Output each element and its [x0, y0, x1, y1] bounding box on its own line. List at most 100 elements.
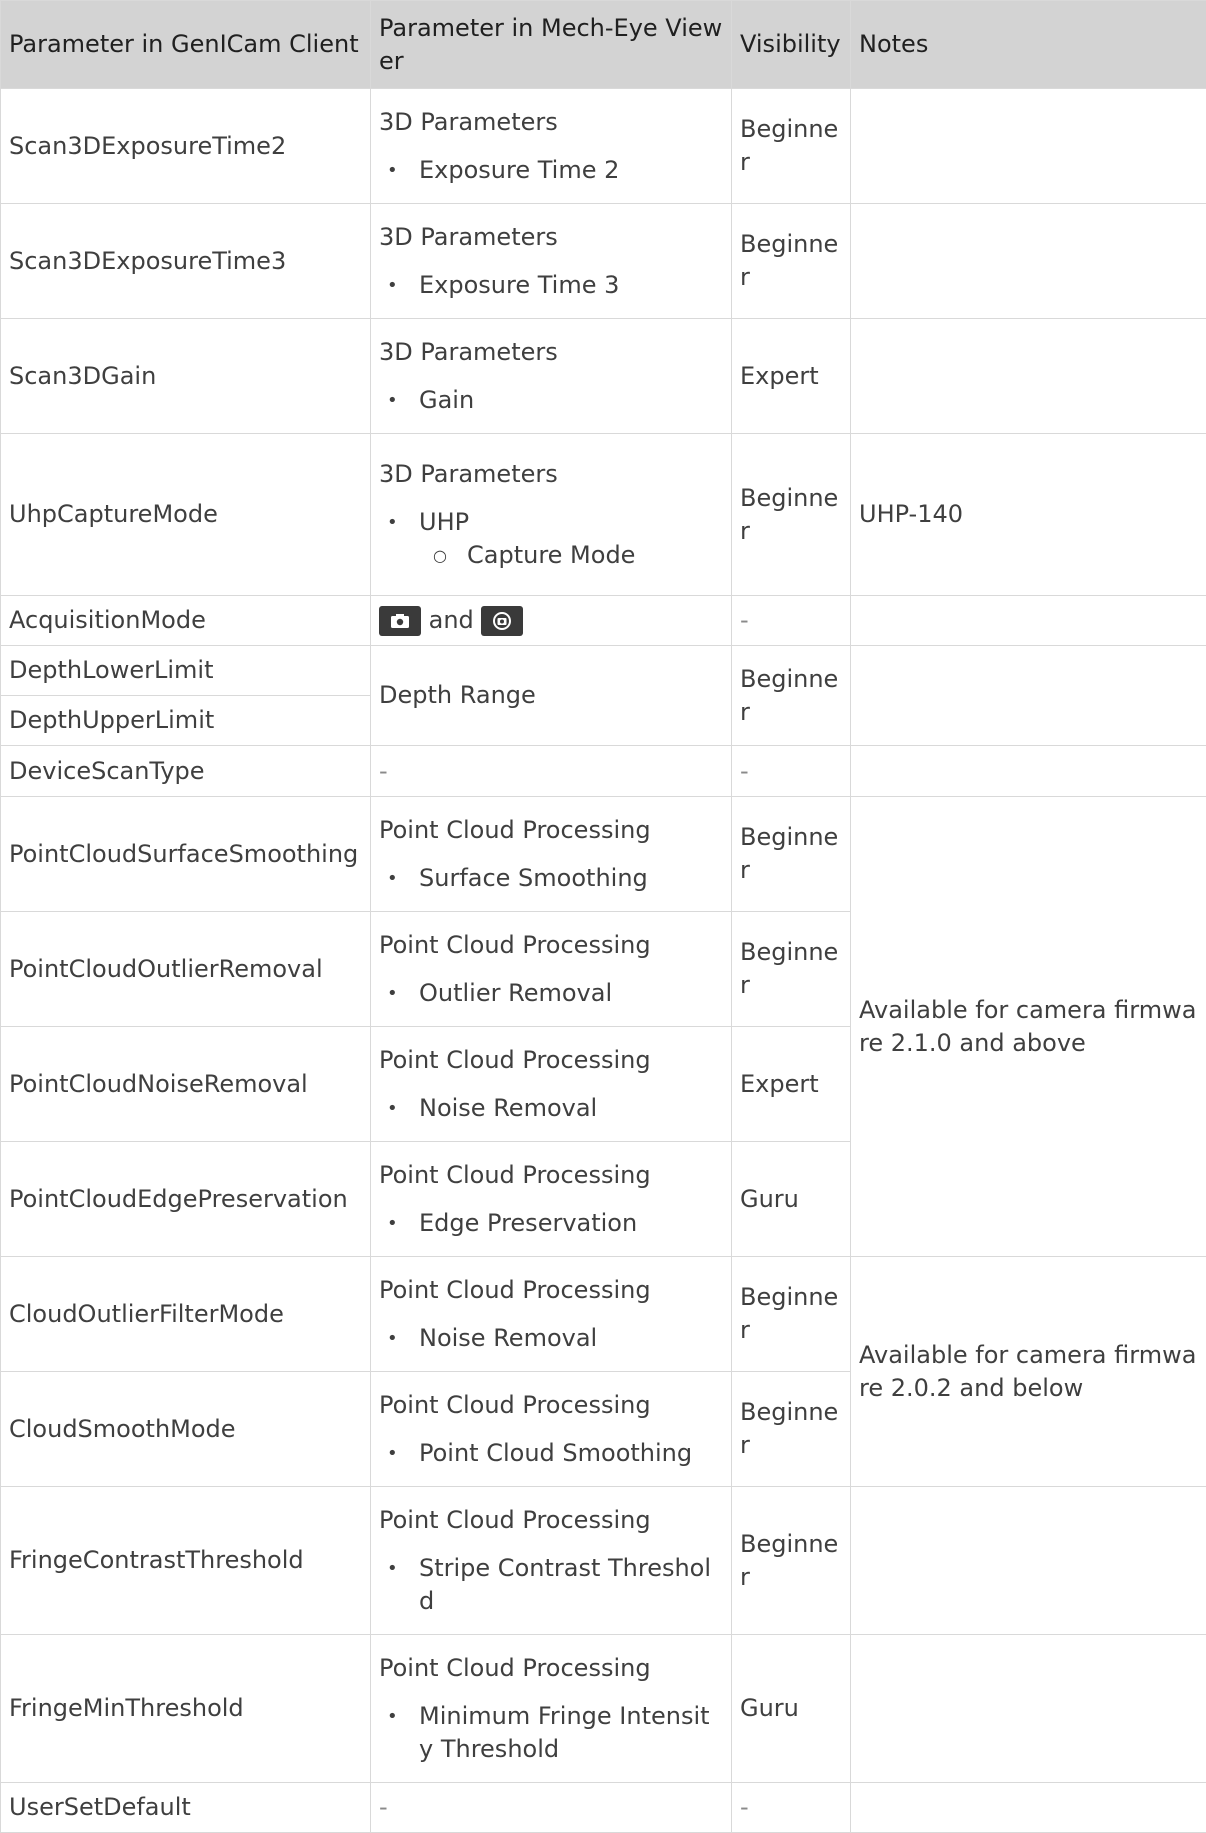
- table-row: FringeContrastThreshold Point Cloud Proc…: [1, 1487, 1206, 1635]
- genicam-parameter: PointCloudSurfaceSmoothing: [1, 797, 371, 912]
- viewer-item: Minimum Fringe Intensity Threshold: [387, 1700, 723, 1766]
- table-row: FringeMinThreshold Point Cloud Processin…: [1, 1635, 1206, 1783]
- table-row: UserSetDefault - -: [1, 1783, 1206, 1833]
- notes: [851, 646, 1206, 746]
- notes: [851, 204, 1206, 319]
- viewer-item: Stripe Contrast Threshold: [387, 1552, 723, 1618]
- viewer-parameter: Point Cloud Processing Stripe Contrast T…: [371, 1487, 732, 1635]
- viewer-item: Surface Smoothing: [387, 862, 723, 895]
- viewer-parameter: Point Cloud Processing Noise Removal: [371, 1257, 732, 1372]
- viewer-item: Outlier Removal: [387, 977, 723, 1010]
- visibility: Beginner: [732, 1487, 851, 1635]
- notes: [851, 1783, 1206, 1833]
- visibility: Expert: [732, 319, 851, 434]
- genicam-parameter: CloudSmoothMode: [1, 1372, 371, 1487]
- genicam-parameter: FringeContrastThreshold: [1, 1487, 371, 1635]
- viewer-group: Point Cloud Processing: [379, 929, 723, 962]
- genicam-parameter: DepthLowerLimit: [1, 646, 371, 696]
- notes: Available for camera firmware 2.0.2 and …: [851, 1257, 1206, 1487]
- viewer-parameter: 3D Parameters Exposure Time 2: [371, 89, 732, 204]
- genicam-parameter: PointCloudEdgePreservation: [1, 1142, 371, 1257]
- notes: [851, 1635, 1206, 1783]
- visibility: -: [732, 596, 851, 646]
- notes: [851, 746, 1206, 797]
- table-row: UhpCaptureMode 3D Parameters UHP Capture…: [1, 434, 1206, 596]
- table-row: Scan3DExposureTime2 3D Parameters Exposu…: [1, 89, 1206, 204]
- notes: [851, 89, 1206, 204]
- genicam-parameter: PointCloudOutlierRemoval: [1, 912, 371, 1027]
- genicam-parameter: Scan3DGain: [1, 319, 371, 434]
- parameter-mapping-table: Parameter in GenICam Client Parameter in…: [0, 0, 1206, 1833]
- and-text: and: [429, 606, 474, 634]
- genicam-parameter: PointCloudNoiseRemoval: [1, 1027, 371, 1142]
- viewer-parameter: 3D Parameters UHP Capture Mode: [371, 434, 732, 596]
- genicam-parameter: UserSetDefault: [1, 1783, 371, 1833]
- viewer-parameter: 3D Parameters Exposure Time 3: [371, 204, 732, 319]
- table-header-row: Parameter in GenICam Client Parameter in…: [1, 1, 1206, 89]
- viewer-parameter: Point Cloud Processing Minimum Fringe In…: [371, 1635, 732, 1783]
- table-row: DepthLowerLimit Depth Range Beginner: [1, 646, 1206, 696]
- viewer-item: UHP Capture Mode: [387, 506, 723, 572]
- viewer-parameter: Point Cloud Processing Noise Removal: [371, 1027, 732, 1142]
- viewer-group: Point Cloud Processing: [379, 1504, 723, 1537]
- viewer-item: Point Cloud Smoothing: [387, 1437, 723, 1470]
- visibility: Beginner: [732, 434, 851, 596]
- visibility: Expert: [732, 1027, 851, 1142]
- viewer-group: Point Cloud Processing: [379, 1389, 723, 1422]
- viewer-item: Noise Removal: [387, 1322, 723, 1355]
- notes: [851, 319, 1206, 434]
- header-visibility: Visibility: [732, 1, 851, 89]
- viewer-parameter: Point Cloud Processing Surface Smoothing: [371, 797, 732, 912]
- camera-capture-icon: [379, 606, 421, 636]
- viewer-parameter: -: [371, 1783, 732, 1833]
- genicam-parameter: CloudOutlierFilterMode: [1, 1257, 371, 1372]
- viewer-item: Exposure Time 3: [387, 269, 723, 302]
- viewer-parameter: and: [371, 596, 732, 646]
- visibility: Beginner: [732, 204, 851, 319]
- genicam-parameter: Scan3DExposureTime2: [1, 89, 371, 204]
- visibility: -: [732, 746, 851, 797]
- visibility: Beginner: [732, 646, 851, 746]
- viewer-parameter: Point Cloud Processing Outlier Removal: [371, 912, 732, 1027]
- notes: [851, 1487, 1206, 1635]
- header-notes: Notes: [851, 1, 1206, 89]
- genicam-parameter: DeviceScanType: [1, 746, 371, 797]
- viewer-group: Point Cloud Processing: [379, 1652, 723, 1685]
- viewer-item: Edge Preservation: [387, 1207, 723, 1240]
- viewer-group: 3D Parameters: [379, 336, 723, 369]
- visibility: Beginner: [732, 1257, 851, 1372]
- visibility: Beginner: [732, 912, 851, 1027]
- viewer-item: Gain: [387, 384, 723, 417]
- visibility: Beginner: [732, 797, 851, 912]
- viewer-item: Exposure Time 2: [387, 154, 723, 187]
- viewer-group: Point Cloud Processing: [379, 814, 723, 847]
- visibility: -: [732, 1783, 851, 1833]
- viewer-subitem: Capture Mode: [427, 539, 723, 572]
- header-viewer-parameter: Parameter in Mech-Eye Viewer: [371, 1, 732, 89]
- visibility: Guru: [732, 1142, 851, 1257]
- table-row: CloudOutlierFilterMode Point Cloud Proce…: [1, 1257, 1206, 1372]
- genicam-parameter: AcquisitionMode: [1, 596, 371, 646]
- visibility: Guru: [732, 1635, 851, 1783]
- viewer-parameter: Depth Range: [371, 646, 732, 746]
- viewer-group: Point Cloud Processing: [379, 1159, 723, 1192]
- viewer-parameter: 3D Parameters Gain: [371, 319, 732, 434]
- viewer-parameter: -: [371, 746, 732, 797]
- header-genicam-parameter: Parameter in GenICam Client: [1, 1, 371, 89]
- viewer-group: Point Cloud Processing: [379, 1274, 723, 1307]
- visibility: Beginner: [732, 1372, 851, 1487]
- genicam-parameter: FringeMinThreshold: [1, 1635, 371, 1783]
- genicam-parameter: DepthUpperLimit: [1, 696, 371, 746]
- table-row: DeviceScanType - -: [1, 746, 1206, 797]
- notes: Available for camera firmware 2.1.0 and …: [851, 797, 1206, 1257]
- table-row: AcquisitionMode and -: [1, 596, 1206, 646]
- visibility: Beginner: [732, 89, 851, 204]
- genicam-parameter: UhpCaptureMode: [1, 434, 371, 596]
- viewer-group: 3D Parameters: [379, 458, 723, 491]
- viewer-parameter: Point Cloud Processing Point Cloud Smoot…: [371, 1372, 732, 1487]
- table-row: PointCloudSurfaceSmoothing Point Cloud P…: [1, 797, 1206, 912]
- viewer-parameter: Point Cloud Processing Edge Preservation: [371, 1142, 732, 1257]
- viewer-group: 3D Parameters: [379, 106, 723, 139]
- viewer-group: Point Cloud Processing: [379, 1044, 723, 1077]
- viewer-group: 3D Parameters: [379, 221, 723, 254]
